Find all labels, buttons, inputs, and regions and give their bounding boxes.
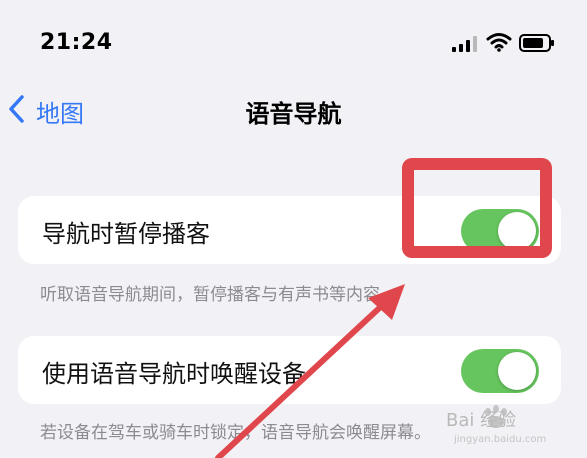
wifi-icon [486, 33, 512, 52]
setting-label: 使用语音导航时唤醒设备 [42, 360, 306, 388]
status-bar: 21:24 [0, 0, 587, 80]
navigation-bar: 地图 语音导航 [0, 80, 587, 140]
wake-device-toggle[interactable] [461, 349, 539, 393]
setting-label: 导航时暂停播客 [42, 220, 210, 248]
annotation-highlight-box [402, 158, 552, 258]
watermark-brand: Bai 经验 [446, 410, 516, 431]
battery-icon [519, 34, 554, 52]
baidu-jingyan-watermark: Bai 经验 jingyan.baidu.com [446, 405, 546, 445]
setting-row-wake-device: 使用语音导航时唤醒设备 [18, 336, 561, 404]
setting-description: 若设备在驾车或骑车时锁定，语音导航会唤醒屏幕。 [40, 423, 431, 443]
watermark-url: jingyan.baidu.com [453, 434, 546, 445]
toggle-knob [498, 352, 536, 390]
signal-icon [452, 36, 477, 52]
setting-description: 听取语音导航期间，暂停播客与有声书等内容。 [40, 285, 397, 305]
page-title: 语音导航 [245, 100, 342, 128]
status-time: 21:24 [40, 30, 113, 55]
